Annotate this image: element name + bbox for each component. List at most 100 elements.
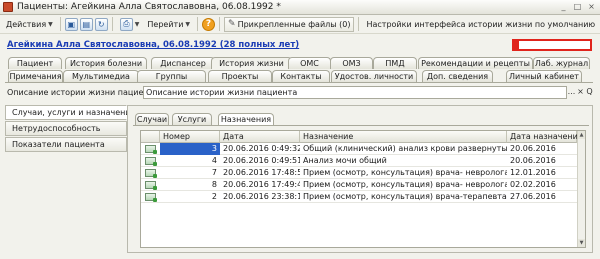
toolbar-separator bbox=[111, 17, 113, 31]
alert-fill bbox=[514, 41, 519, 49]
tab-projects[interactable]: Проекты bbox=[208, 70, 272, 82]
cell-date: 20.06.2016 17:48:59 bbox=[223, 168, 300, 177]
tab-id-documents[interactable]: Удостов. личности bbox=[331, 70, 417, 82]
actions-label: Действия bbox=[6, 19, 47, 29]
cell-date: 20.06.2016 17:49:43 bbox=[223, 180, 300, 189]
save-icon[interactable]: ▣ bbox=[64, 17, 78, 31]
table-header-number[interactable]: Номер bbox=[160, 131, 220, 143]
cell-purpose: Анализ мочи общий bbox=[303, 156, 387, 165]
app-icon bbox=[3, 2, 13, 12]
tab-groups[interactable]: Группы bbox=[137, 70, 206, 82]
cell-number: 2 bbox=[211, 192, 217, 201]
table-row[interactable]: 4 20.06.2016 0:49:51 Анализ мочи общий 2… bbox=[141, 155, 585, 167]
left-panel: Случаи, услуги и назначения Нетрудоспосо… bbox=[5, 105, 135, 253]
table-row[interactable]: 2 20.06.2016 23:38:10 Прием (осмотр, кон… bbox=[141, 191, 585, 203]
refresh-icon[interactable]: ↻ bbox=[94, 17, 108, 31]
subtab-services[interactable]: Услуги bbox=[172, 113, 212, 125]
cell-number: 7 bbox=[211, 168, 217, 177]
table-row[interactable]: 7 20.06.2016 17:48:59 Прием (осмотр, кон… bbox=[141, 167, 585, 179]
toolbar-separator bbox=[197, 17, 199, 31]
print-icon: ⎙ bbox=[119, 17, 133, 31]
left-panel-item-cases[interactable]: Случаи, услуги и назначения bbox=[5, 105, 135, 120]
tab-pmd[interactable]: ПМД bbox=[373, 57, 417, 69]
left-panel-item-disability[interactable]: Нетрудоспособность bbox=[5, 121, 127, 136]
default-settings-button[interactable]: Настройки интерфейса истории жизни по ум… bbox=[363, 17, 598, 32]
cell-purpose: Прием (осмотр, консультация) врача- невр… bbox=[303, 180, 507, 189]
tab-notes[interactable]: Примечания bbox=[8, 70, 63, 82]
cell-number: 4 bbox=[211, 156, 217, 165]
window-controls: _ □ × bbox=[558, 2, 597, 12]
cell-prescription-date: 27.06.2016 bbox=[510, 192, 556, 201]
tab-additional-info[interactable]: Доп. сведения bbox=[422, 70, 493, 82]
left-panel-item-indicators[interactable]: Показатели пациента bbox=[5, 137, 127, 152]
table-header-purpose[interactable]: Назначение bbox=[300, 131, 507, 143]
attached-files-label: Прикрепленные файлы (0) bbox=[237, 19, 351, 29]
tab-dispensary[interactable]: Диспансер bbox=[151, 57, 215, 69]
attached-files-button[interactable]: ✎ Прикрепленные файлы (0) bbox=[224, 16, 355, 32]
table-scrollbar[interactable]: ▲ ▼ bbox=[577, 131, 585, 247]
cell-number: 3 bbox=[160, 143, 220, 155]
cell-purpose: Общий (клинический) анализ крови разверн… bbox=[303, 144, 507, 153]
tab-lab-journal[interactable]: Лаб. журнал bbox=[533, 57, 590, 69]
prescriptions-table: Номер Дата Назначение Дата назначения 3 … bbox=[140, 130, 586, 248]
description-label: Описание истории жизни пациента: bbox=[7, 88, 161, 97]
goto-menu[interactable]: Перейти ▼ bbox=[144, 17, 193, 32]
window-title: Пациенты: Агейкина Алла Святославовна, 0… bbox=[17, 2, 281, 12]
actions-menu[interactable]: Действия ▼ bbox=[3, 17, 56, 32]
tabs-baseline bbox=[5, 82, 593, 83]
alert-indicator bbox=[512, 39, 592, 51]
description-open-button[interactable]: Q bbox=[585, 86, 594, 99]
chevron-down-icon: ▼ bbox=[134, 20, 140, 28]
cell-date: 20.06.2016 23:38:10 bbox=[223, 192, 300, 201]
record-icon bbox=[145, 181, 157, 190]
description-clear-button[interactable]: × bbox=[576, 86, 585, 99]
tab-oms[interactable]: ОМС bbox=[288, 57, 331, 69]
window-titlebar: Пациенты: Агейкина Алла Святославовна, 0… bbox=[0, 0, 600, 15]
cell-purpose: Прием (осмотр, консультация) врача- невр… bbox=[303, 168, 507, 177]
tab-patient[interactable]: Пациент bbox=[8, 57, 62, 69]
chevron-down-icon: ▼ bbox=[48, 20, 53, 28]
help-icon[interactable]: ? bbox=[202, 17, 216, 31]
tab-multimedia[interactable]: Мультимедиа bbox=[63, 70, 139, 82]
record-icon bbox=[145, 157, 157, 166]
record-icon bbox=[145, 169, 157, 178]
subtabs-baseline bbox=[133, 125, 589, 126]
save-close-icon[interactable]: ▤ bbox=[79, 17, 93, 31]
cell-prescription-date: 02.02.2016 bbox=[510, 180, 556, 189]
tab-contacts[interactable]: Контакты bbox=[272, 70, 330, 82]
default-settings-label: Настройки интерфейса истории жизни по ум… bbox=[366, 19, 596, 29]
toolbar-separator bbox=[59, 17, 61, 31]
table-header-date[interactable]: Дата bbox=[220, 131, 300, 143]
cell-prescription-date: 12.01.2016 bbox=[510, 168, 556, 177]
table-header-prescription-date[interactable]: Дата назначения bbox=[507, 131, 583, 143]
toolbar-separator bbox=[219, 17, 221, 31]
paperclip-icon: ✎ bbox=[228, 19, 236, 29]
scroll-down-icon[interactable]: ▼ bbox=[578, 239, 585, 247]
print-menu[interactable]: ⎙ ▼ bbox=[117, 17, 143, 32]
table-row[interactable]: 8 20.06.2016 17:49:43 Прием (осмотр, кон… bbox=[141, 179, 585, 191]
cell-prescription-date: 20.06.2016 bbox=[510, 156, 556, 165]
tab-personal-cabinet[interactable]: Личный кабинет bbox=[506, 70, 582, 82]
tab-recommendations[interactable]: Рекомендации и рецепты bbox=[418, 57, 533, 69]
right-panel: Случаи Услуги Назначения Номер Дата Назн… bbox=[127, 105, 593, 253]
table-row[interactable]: 3 20.06.2016 0:49:32 Общий (клинический)… bbox=[141, 143, 585, 155]
cell-purpose: Прием (осмотр, консультация) врача-терап… bbox=[303, 192, 507, 201]
description-input[interactable]: Описание истории жизни пациента bbox=[143, 86, 567, 99]
toolbar: Действия ▼ ▣ ▤ ↻ ⎙ ▼ Перейти ▼ ? ✎ Прикр… bbox=[0, 15, 600, 34]
minimize-button[interactable]: _ bbox=[558, 2, 569, 12]
chevron-down-icon: ▼ bbox=[185, 20, 191, 28]
subtab-cases[interactable]: Случаи bbox=[135, 113, 169, 125]
maximize-button[interactable]: □ bbox=[572, 2, 583, 12]
cell-prescription-date: 20.06.2016 bbox=[510, 144, 556, 153]
patient-link[interactable]: Агейкина Алла Святославовна, 06.08.1992 … bbox=[7, 40, 299, 50]
close-button[interactable]: × bbox=[586, 2, 597, 12]
scroll-up-icon[interactable]: ▲ bbox=[578, 131, 585, 139]
tab-medical-history[interactable]: История болезни bbox=[65, 57, 147, 69]
record-icon bbox=[145, 193, 157, 202]
cell-number: 8 bbox=[211, 180, 217, 189]
cell-date: 20.06.2016 0:49:32 bbox=[223, 144, 300, 153]
cell-date: 20.06.2016 0:49:51 bbox=[223, 156, 300, 165]
description-more-button[interactable]: ... bbox=[567, 86, 576, 99]
tab-omz[interactable]: ОМЗ bbox=[330, 57, 373, 69]
tab-life-history[interactable]: История жизни bbox=[211, 57, 292, 69]
